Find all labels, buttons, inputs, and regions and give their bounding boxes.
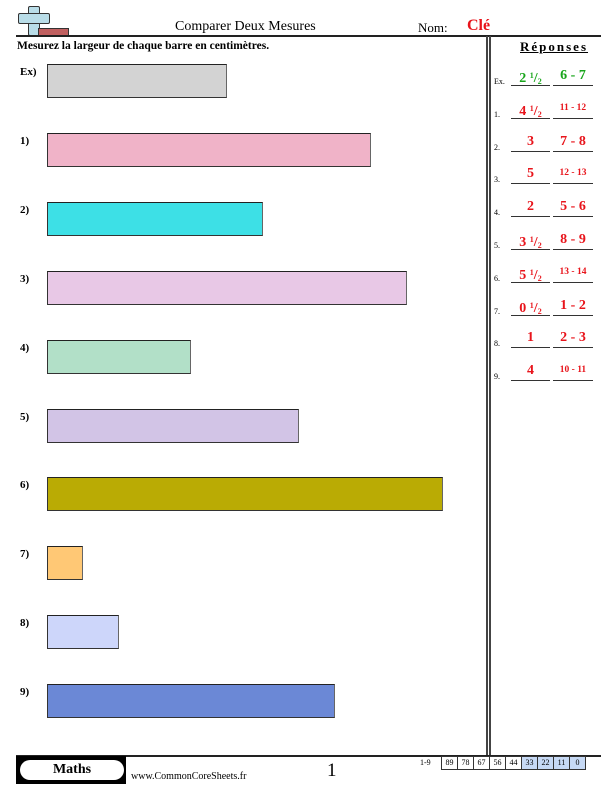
answer-cm: 2: [511, 197, 550, 218]
score-cell: 67: [474, 757, 490, 769]
answer-number: 3.: [494, 175, 500, 185]
answer-range: 1 - 2: [553, 296, 593, 316]
score-range: 1-9: [420, 758, 431, 767]
answer-range: 10 - 11: [553, 361, 593, 382]
problem-label: 2): [20, 203, 30, 216]
answer-cm: 1: [511, 328, 550, 349]
problem-label: 5): [20, 410, 30, 423]
instructions: Mesurez la largeur de chaque barre en ce…: [17, 40, 270, 52]
answer-whole: 2: [527, 199, 534, 215]
answer-fraction: 1/2: [529, 71, 542, 86]
answer-number: 2.: [494, 142, 500, 152]
problem-label: 9): [20, 686, 30, 699]
answer-cm: 5 1/2: [511, 263, 550, 283]
page-number: 1: [327, 760, 337, 781]
answer-number: 5.: [494, 241, 500, 250]
measure-bar: [47, 684, 335, 719]
score-cell: 78: [458, 757, 474, 769]
answer-number: 6.: [494, 273, 500, 283]
column-divider: [486, 36, 488, 755]
problem-label: 6): [20, 479, 30, 492]
answer-cm: 3: [511, 132, 550, 152]
answer-number: 1.: [494, 109, 500, 119]
measure-bar: [47, 546, 83, 581]
answer-range: 13 - 14: [553, 263, 593, 283]
answer-range: 12 - 13: [553, 164, 593, 185]
name-value: Clé: [467, 17, 491, 34]
measure-bar: [47, 408, 299, 443]
measure-bar: [47, 132, 371, 167]
cross-icon-bar: [18, 13, 50, 24]
measure-bar: [47, 615, 119, 650]
problem-label: 8): [20, 617, 30, 630]
answers-title: Réponses: [520, 39, 589, 54]
score-cell: 33: [522, 757, 538, 769]
score-cell: 44: [506, 757, 522, 769]
name-label: Nom:: [418, 20, 448, 35]
answer-range: 11 - 12: [553, 99, 593, 119]
problem-label: 3): [20, 272, 30, 285]
answer-number: 8.: [494, 339, 500, 349]
measure-bar: [47, 270, 407, 305]
measure-bar: [47, 64, 227, 98]
answer-whole: 5: [527, 166, 534, 182]
answer-number: 9.: [494, 372, 500, 382]
measure-bar: [47, 339, 191, 374]
answer-range: 2 - 3: [553, 328, 593, 349]
answer-range: 8 - 9: [553, 230, 593, 250]
problem-label: 4): [20, 341, 30, 354]
score-table: 89 78 67 56 44 33 22 11 0: [441, 756, 586, 770]
answer-cm: 5: [511, 164, 550, 185]
score-cell: 22: [538, 757, 554, 769]
answer-cm: 4 1/2: [511, 99, 550, 119]
answer-whole: 4: [527, 363, 534, 379]
subject-badge: Maths: [20, 760, 124, 780]
score-cell: 89: [442, 757, 458, 769]
measure-bar: [47, 201, 263, 236]
measure-bar: [47, 477, 443, 512]
answer-fraction: 1/2: [529, 267, 542, 283]
answer-range: 5 - 6: [553, 197, 593, 218]
score-cell: 11: [554, 757, 570, 769]
answer-number: Ex.: [494, 77, 505, 86]
page-title: Comparer Deux Mesures: [175, 19, 316, 34]
answer-fraction: 1/2: [529, 235, 542, 250]
answer-cm: 2 1/2: [511, 66, 550, 86]
score-cell: 0: [570, 757, 585, 769]
column-divider: [489, 36, 491, 755]
answer-number: 7.: [494, 306, 500, 316]
answer-cm: 4: [511, 361, 550, 382]
answer-whole: 1: [527, 330, 534, 346]
header-divider: [16, 35, 601, 37]
answer-range: 6 - 7: [553, 66, 593, 86]
problem-label: Ex): [20, 66, 37, 78]
website-link[interactable]: www.CommonCoreSheets.fr: [131, 771, 246, 782]
answer-fraction: 1/2: [529, 300, 542, 316]
problem-label: 1): [20, 134, 30, 147]
answer-fraction: 1/2: [529, 103, 542, 119]
answer-cm: 0 1/2: [511, 296, 550, 316]
answer-cm: 3 1/2: [511, 230, 550, 250]
answer-number: 4.: [494, 208, 500, 218]
problem-label: 7): [20, 548, 30, 561]
answer-whole: 3: [527, 133, 534, 149]
answer-range: 7 - 8: [553, 132, 593, 152]
score-cell: 56: [490, 757, 506, 769]
